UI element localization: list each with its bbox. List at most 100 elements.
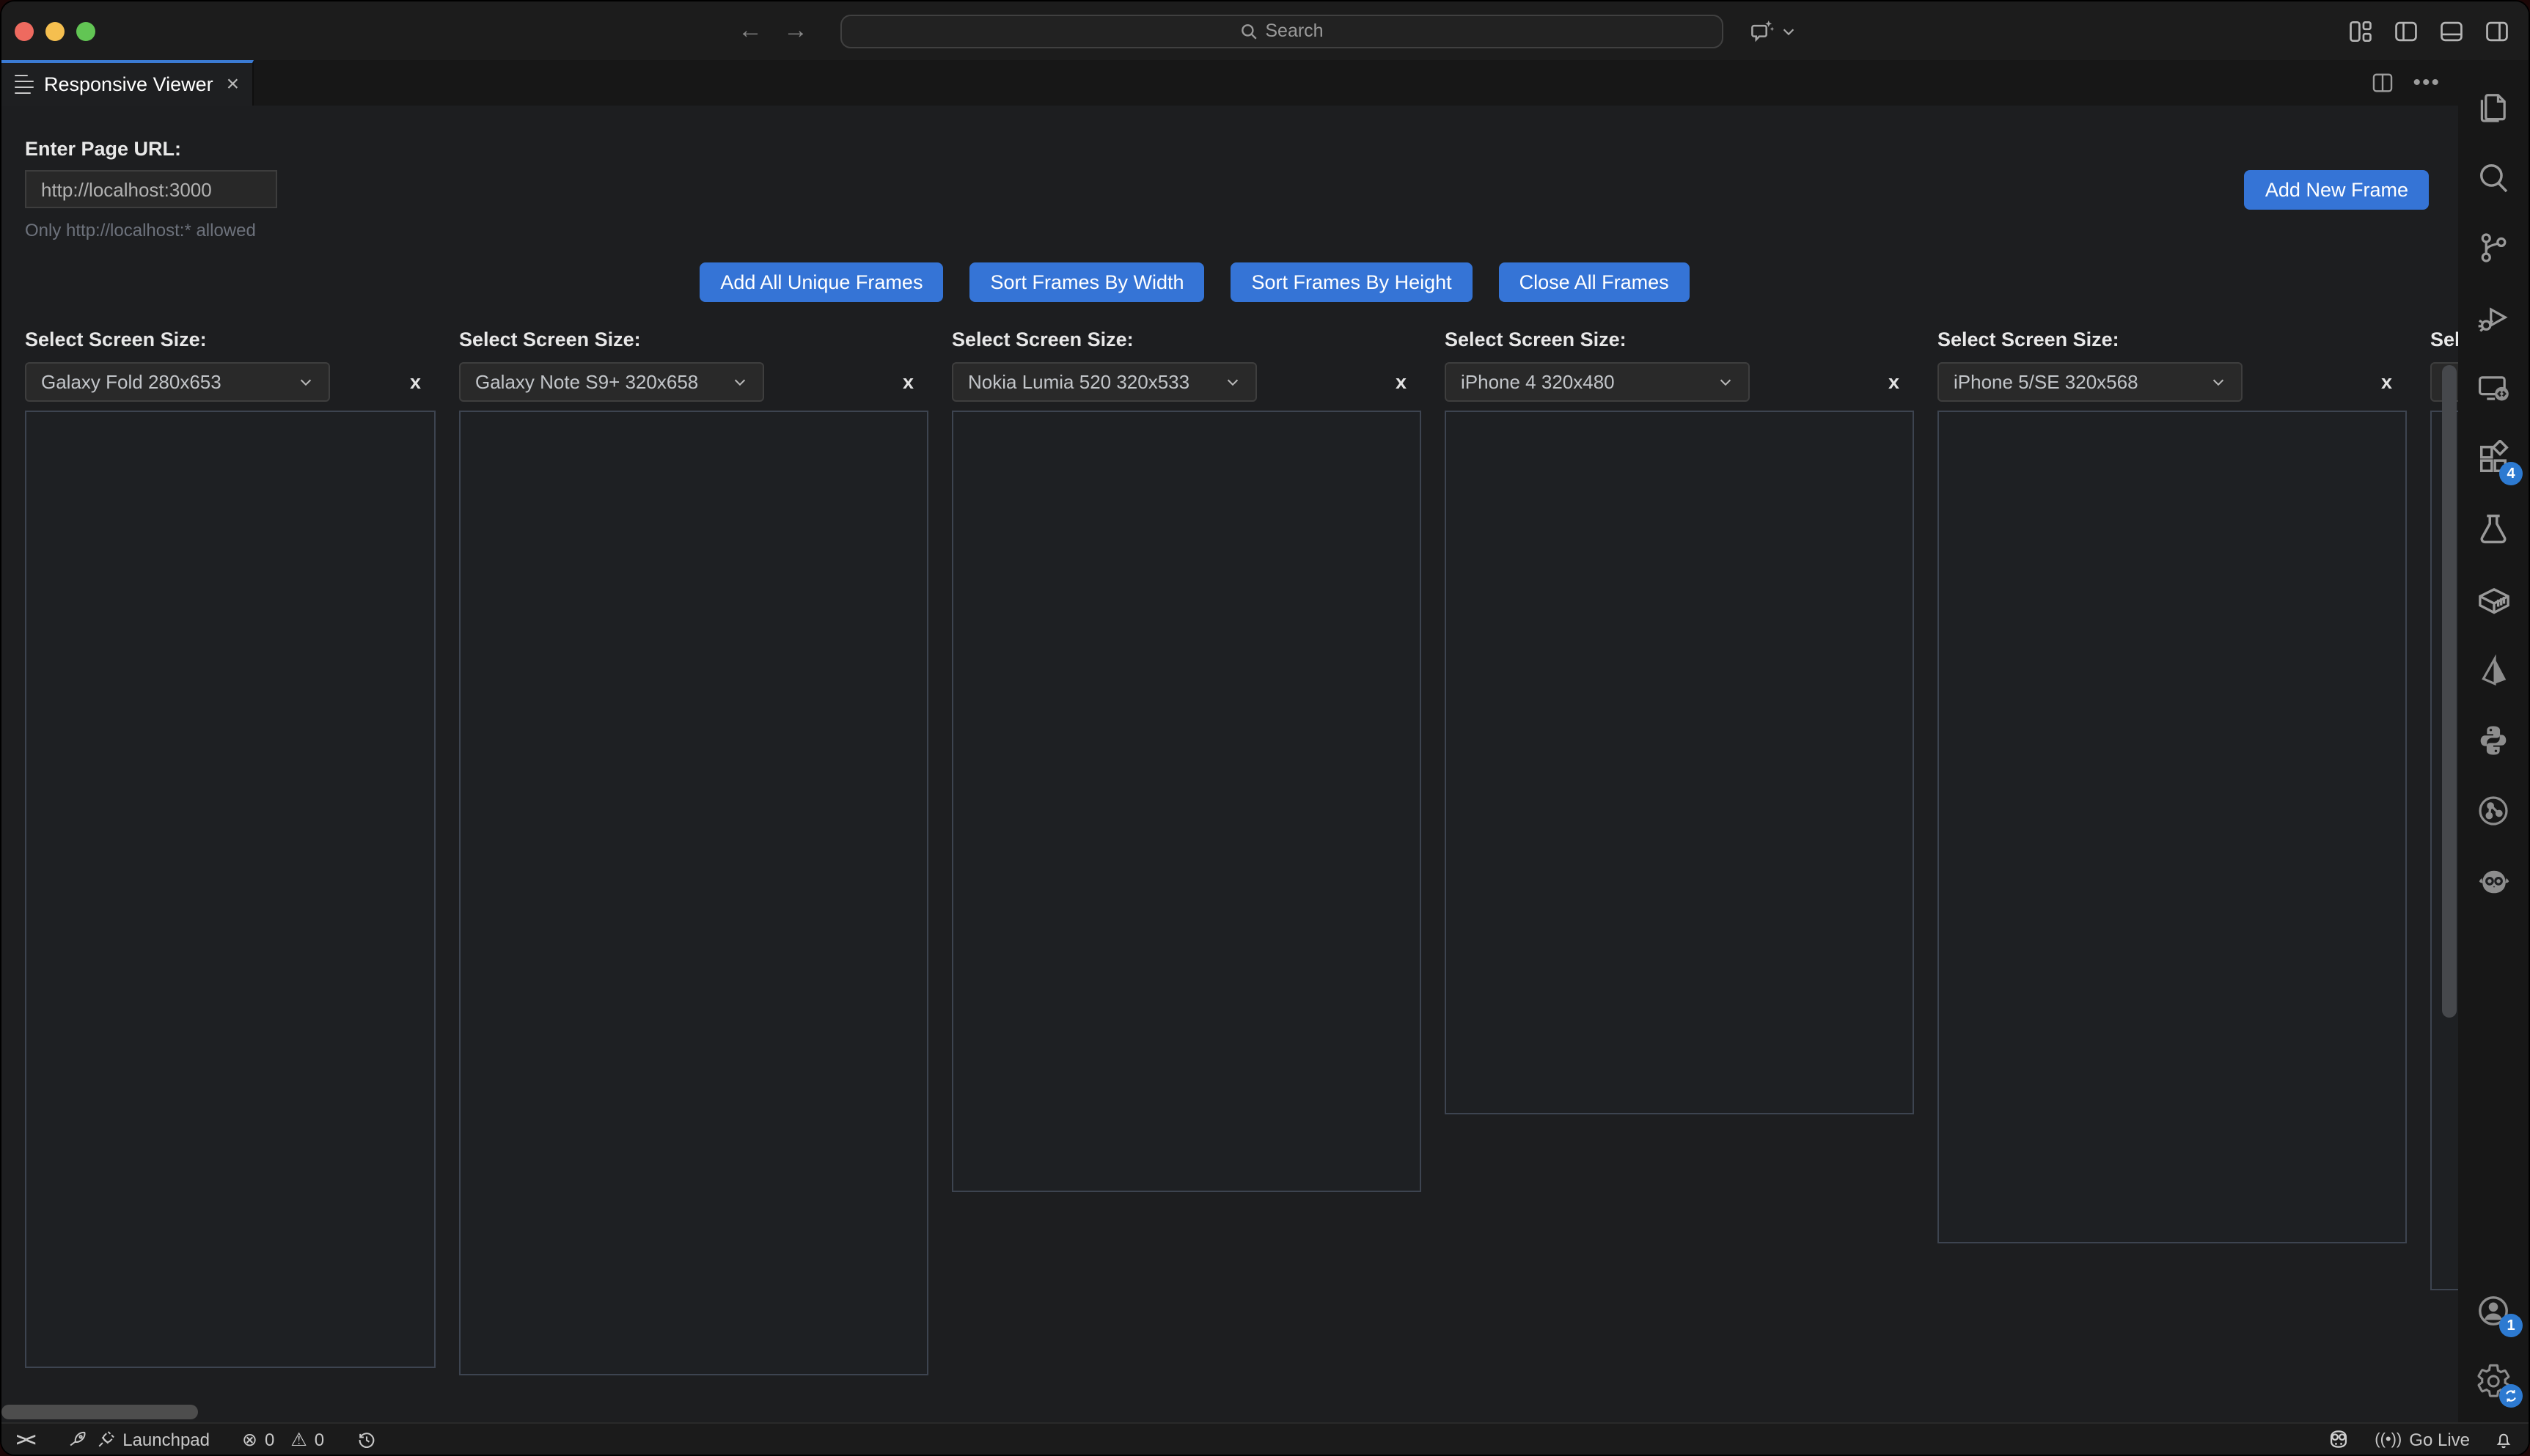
url-hint: Only http://localhost:* allowed (25, 220, 277, 240)
docker-icon[interactable] (2458, 565, 2529, 635)
customize-layout-icon[interactable] (2347, 17, 2375, 45)
go-live-label: Go Live (2409, 1429, 2470, 1449)
device-frame (459, 411, 928, 1375)
screen-size-select-value: Nokia Lumia 520 320x533 (968, 371, 1189, 393)
status-bar: >< Launchpad ⊗ 0 ⚠ (1, 1422, 2529, 1455)
frame-column: Select Screen Size: Galaxy Note S9+ 320x… (459, 328, 928, 1375)
toggle-panel-icon[interactable] (2438, 17, 2465, 45)
launchpad-item[interactable]: Launchpad (67, 1429, 210, 1449)
chevron-down-icon (298, 374, 314, 390)
screen-size-select[interactable]: Galaxy Note S9+ 320x658 (459, 362, 764, 402)
copilot-chat-icon (1748, 17, 1775, 45)
horizontal-scrollbar[interactable] (1, 1405, 198, 1419)
toggle-primary-sidebar-icon[interactable] (2392, 17, 2420, 45)
select-screen-size-label: Select Screen Size: (25, 328, 436, 350)
accounts-badge: 1 (2499, 1314, 2523, 1337)
activity-bar: 4 (2458, 60, 2529, 1422)
frame-column: Select Screen Size: iPhone 4 320x480 x (1445, 328, 1914, 1114)
sort-frames-by-width-button[interactable]: Sort Frames By Width (969, 262, 1204, 302)
explorer-files-icon[interactable] (2458, 72, 2529, 142)
tab-label: Responsive Viewer (44, 73, 213, 95)
zoom-window-button[interactable] (76, 21, 95, 40)
source-control-icon[interactable] (2458, 213, 2529, 283)
warnings-count: 0 (315, 1429, 324, 1449)
device-frame (1445, 411, 1914, 1114)
history-icon[interactable] (356, 1429, 377, 1449)
settings-gear-icon[interactable] (2458, 1346, 2529, 1416)
remote-indicator[interactable]: >< (16, 1429, 34, 1449)
vertical-scrollbar[interactable] (2442, 365, 2457, 1018)
device-frame (25, 411, 436, 1368)
go-live-broadcast-icon: ((•)) (2375, 1430, 2402, 1448)
vscode-window: ← → Search (0, 0, 2530, 1456)
graph-circle-icon[interactable] (2458, 776, 2529, 846)
command-center-search[interactable]: Search (840, 14, 1723, 48)
url-label: Enter Page URL: (25, 138, 277, 160)
go-live-item[interactable]: ((•)) Go Live (2375, 1429, 2470, 1449)
python-icon[interactable] (2458, 705, 2529, 776)
extensions-icon[interactable]: 4 (2458, 424, 2529, 494)
close-frame-button[interactable]: x (903, 371, 914, 393)
search-icon (1239, 21, 1258, 40)
bell-icon[interactable] (2493, 1429, 2514, 1449)
frame-column: Select Screen Size: Galaxy Fold 280x653 … (25, 328, 436, 1368)
add-all-unique-frames-button[interactable]: Add All Unique Frames (700, 262, 943, 302)
search-sidebar-icon[interactable] (2458, 142, 2529, 213)
add-new-frame-button[interactable]: Add New Frame (2245, 170, 2429, 210)
toggle-secondary-sidebar-icon[interactable] (2483, 17, 2511, 45)
search-label: Search (1265, 21, 1323, 41)
accounts-icon[interactable]: 1 (2458, 1276, 2529, 1346)
tab-bar: Responsive Viewer × ••• (1, 60, 2458, 106)
close-frame-button[interactable]: x (1888, 371, 1899, 393)
copilot-robot-icon[interactable] (2326, 1428, 2351, 1450)
close-frame-button[interactable]: x (1396, 371, 1407, 393)
screen-size-select-value: Galaxy Note S9+ 320x658 (475, 371, 698, 393)
select-screen-size-label: Select Screen Size: (459, 328, 928, 350)
rocket-icon (67, 1429, 87, 1449)
testing-beaker-icon[interactable] (2458, 494, 2529, 565)
screen-size-select-value: iPhone 4 320x480 (1461, 371, 1615, 393)
chevron-down-icon (1780, 23, 1796, 39)
device-frame (952, 411, 1421, 1192)
page-url-input[interactable]: http://localhost:3000 (25, 170, 277, 208)
close-all-frames-button[interactable]: Close All Frames (1499, 262, 1690, 302)
errors-count: 0 (265, 1429, 274, 1449)
tab-responsive-viewer[interactable]: Responsive Viewer × (1, 60, 254, 106)
tab-close-icon[interactable]: × (227, 72, 240, 97)
prisma-pyramid-icon[interactable] (2458, 635, 2529, 705)
device-frame (1937, 411, 2407, 1243)
select-screen-size-label: Select Screen Size: (1937, 328, 2407, 350)
select-screen-size-label: Select Screen Size: (1445, 328, 1914, 350)
screen-size-select[interactable]: Galaxy Fold 280x653 (25, 362, 330, 402)
copilot-menu[interactable] (1748, 17, 1796, 45)
sort-frames-by-height-button[interactable]: Sort Frames By Height (1231, 262, 1473, 302)
select-screen-size-label: Select Screen Size: (952, 328, 1421, 350)
frame-column: Select Screen Size: Nokia Lumia 520 320x… (952, 328, 1421, 1192)
close-window-button[interactable] (15, 21, 34, 40)
remote-explorer-icon[interactable] (2458, 353, 2529, 424)
split-editor-icon[interactable] (2370, 70, 2395, 95)
chevron-down-icon (1717, 374, 1734, 390)
close-frame-button[interactable]: x (410, 371, 421, 393)
warnings-icon: ⚠ (290, 1428, 307, 1450)
owl-icon[interactable] (2458, 846, 2529, 916)
settings-sync-badge (2499, 1384, 2523, 1408)
screen-size-select[interactable]: iPhone 5/SE 320x568 (1937, 362, 2243, 402)
screen-size-select[interactable]: iPhone 4 320x480 (1445, 362, 1750, 402)
minimize-window-button[interactable] (45, 21, 65, 40)
forward-arrow[interactable]: → (780, 16, 812, 45)
chevron-down-icon (1225, 374, 1241, 390)
chevron-down-icon (732, 374, 748, 390)
more-actions-icon[interactable]: ••• (2413, 70, 2441, 95)
run-debug-icon[interactable] (2458, 283, 2529, 353)
webview-list-icon (15, 74, 34, 95)
frame-column: Select Screen Size: iPhone 5/SE 320x568 … (1937, 328, 2407, 1243)
problems-item[interactable]: ⊗ 0 ⚠ 0 (242, 1428, 324, 1450)
traffic-lights (15, 1, 95, 60)
titlebar: ← → Search (1, 1, 2529, 60)
select-screen-size-label: Select Screen Size: (2430, 328, 2458, 350)
back-arrow[interactable]: ← (734, 16, 766, 45)
close-frame-button[interactable]: x (2381, 371, 2392, 393)
screen-size-select[interactable]: Nokia Lumia 520 320x533 (952, 362, 1257, 402)
extensions-badge: 4 (2499, 462, 2523, 485)
